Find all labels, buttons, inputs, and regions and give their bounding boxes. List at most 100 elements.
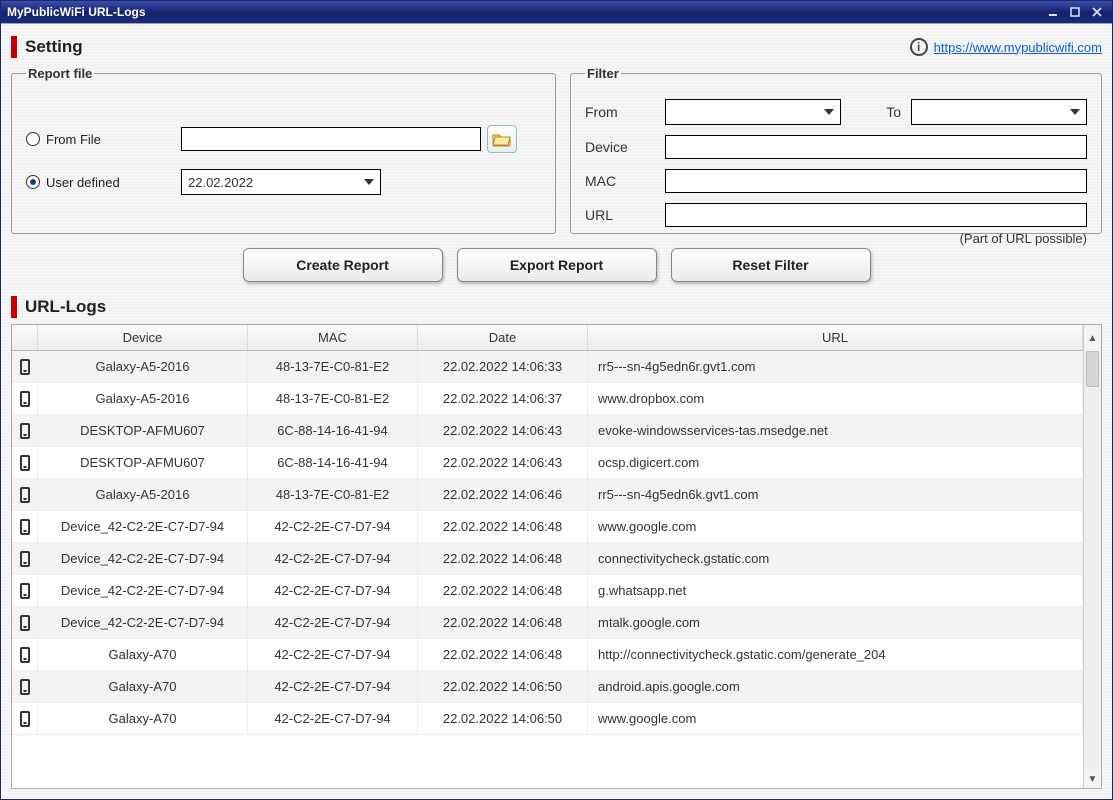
cell-mac: 6C-88-14-16-41-94 <box>248 447 418 479</box>
info-icon: i <box>910 38 928 56</box>
cell-date: 22.02.2022 14:06:43 <box>418 415 588 447</box>
phone-icon <box>20 551 30 567</box>
website-link[interactable]: https://www.mypublicwifi.com <box>934 40 1102 55</box>
browse-button[interactable] <box>487 125 517 153</box>
col-date-header[interactable]: Date <box>418 325 588 350</box>
cell-device: Galaxy-A70 <box>38 703 248 735</box>
cell-mac: 42-C2-2E-C7-D7-94 <box>248 543 418 575</box>
user-defined-label: User defined <box>46 175 120 190</box>
col-url-header[interactable]: URL <box>588 325 1083 350</box>
section-marker <box>11 36 17 58</box>
phone-icon <box>20 615 30 631</box>
create-report-button[interactable]: Create Report <box>243 248 443 282</box>
filter-mac-input[interactable] <box>665 169 1087 193</box>
from-file-input[interactable] <box>181 127 481 151</box>
titlebar[interactable]: MyPublicWiFi URL-Logs <box>1 1 1112 23</box>
setting-header: Setting i https://www.mypublicwifi.com <box>11 36 1102 58</box>
user-defined-date-combo[interactable]: 22.02.2022 <box>181 169 381 195</box>
scroll-down-button[interactable]: ▼ <box>1088 770 1098 788</box>
table-row[interactable]: Galaxy-A7042-C2-2E-C7-D7-9422.02.2022 14… <box>12 703 1083 735</box>
table-row[interactable]: Device_42-C2-2E-C7-D7-9442-C2-2E-C7-D7-9… <box>12 607 1083 639</box>
cell-mac: 48-13-7E-C0-81-E2 <box>248 383 418 415</box>
minimize-button[interactable] <box>1044 5 1062 19</box>
export-report-button[interactable]: Export Report <box>457 248 657 282</box>
close-button[interactable] <box>1088 5 1106 19</box>
cell-device: Galaxy-A70 <box>38 639 248 671</box>
cell-url: www.google.com <box>588 703 1083 735</box>
scrollbar-thumb[interactable] <box>1086 351 1099 387</box>
cell-mac: 42-C2-2E-C7-D7-94 <box>248 671 418 703</box>
user-defined-radio[interactable]: User defined <box>26 175 181 190</box>
filter-url-label: URL <box>585 207 655 223</box>
cell-date: 22.02.2022 14:06:50 <box>418 703 588 735</box>
col-mac-header[interactable]: MAC <box>248 325 418 350</box>
phone-icon <box>20 583 30 599</box>
table-row[interactable]: DESKTOP-AFMU6076C-88-14-16-41-9422.02.20… <box>12 447 1083 479</box>
phone-icon <box>20 487 30 503</box>
report-file-legend: Report file <box>26 66 94 81</box>
filter-mac-label: MAC <box>585 173 655 189</box>
scroll-up-button[interactable]: ▲ <box>1088 329 1098 347</box>
phone-icon <box>20 391 30 407</box>
cell-device: Device_42-C2-2E-C7-D7-94 <box>38 543 248 575</box>
col-device-header[interactable]: Device <box>38 325 248 350</box>
cell-device: DESKTOP-AFMU607 <box>38 415 248 447</box>
user-defined-date-value: 22.02.2022 <box>188 175 253 190</box>
cell-url: ocsp.digicert.com <box>588 447 1083 479</box>
cell-date: 22.02.2022 14:06:48 <box>418 607 588 639</box>
cell-url: rr5---sn-4g5edn6k.gvt1.com <box>588 479 1083 511</box>
cell-device: Galaxy-A70 <box>38 671 248 703</box>
open-folder-icon <box>492 131 512 147</box>
cell-device: Device_42-C2-2E-C7-D7-94 <box>38 607 248 639</box>
phone-icon <box>20 359 30 375</box>
table-row[interactable]: Device_42-C2-2E-C7-D7-9442-C2-2E-C7-D7-9… <box>12 511 1083 543</box>
maximize-button[interactable] <box>1066 5 1084 19</box>
table-row[interactable]: DESKTOP-AFMU6076C-88-14-16-41-9422.02.20… <box>12 415 1083 447</box>
phone-icon <box>20 647 30 663</box>
cell-device: DESKTOP-AFMU607 <box>38 447 248 479</box>
from-file-label: From File <box>46 132 101 147</box>
vertical-scrollbar[interactable]: ▼ <box>1083 351 1101 788</box>
filter-to-combo[interactable] <box>911 99 1087 125</box>
cell-url: www.google.com <box>588 511 1083 543</box>
col-icon-header[interactable] <box>12 325 38 350</box>
filter-from-label: From <box>585 104 655 120</box>
table-row[interactable]: Galaxy-A7042-C2-2E-C7-D7-9422.02.2022 14… <box>12 671 1083 703</box>
table-row[interactable]: Galaxy-A5-201648-13-7E-C0-81-E222.02.202… <box>12 351 1083 383</box>
phone-icon <box>20 455 30 471</box>
chevron-down-icon <box>364 179 374 185</box>
device-type-icon <box>12 447 38 479</box>
device-type-icon <box>12 671 38 703</box>
cell-url: rr5---sn-4g5edn6r.gvt1.com <box>588 351 1083 383</box>
table-row[interactable]: Galaxy-A5-201648-13-7E-C0-81-E222.02.202… <box>12 479 1083 511</box>
filter-device-input[interactable] <box>665 135 1087 159</box>
filter-url-hint: (Part of URL possible) <box>585 231 1087 246</box>
device-type-icon <box>12 415 38 447</box>
cell-device: Galaxy-A5-2016 <box>38 479 248 511</box>
device-type-icon <box>12 351 38 383</box>
filter-group: Filter From To Device MAC <box>570 66 1102 234</box>
cell-device: Device_42-C2-2E-C7-D7-94 <box>38 575 248 607</box>
phone-icon <box>20 423 30 439</box>
table-row[interactable]: Galaxy-A7042-C2-2E-C7-D7-9422.02.2022 14… <box>12 639 1083 671</box>
cell-date: 22.02.2022 14:06:37 <box>418 383 588 415</box>
table-row[interactable]: Device_42-C2-2E-C7-D7-9442-C2-2E-C7-D7-9… <box>12 575 1083 607</box>
cell-device: Galaxy-A5-2016 <box>38 351 248 383</box>
cell-mac: 42-C2-2E-C7-D7-94 <box>248 511 418 543</box>
table-row[interactable]: Galaxy-A5-201648-13-7E-C0-81-E222.02.202… <box>12 383 1083 415</box>
device-type-icon <box>12 479 38 511</box>
reset-filter-button[interactable]: Reset Filter <box>671 248 871 282</box>
cell-device: Device_42-C2-2E-C7-D7-94 <box>38 511 248 543</box>
table-header: Device MAC Date URL ▲ <box>12 325 1101 351</box>
cell-date: 22.02.2022 14:06:48 <box>418 639 588 671</box>
cell-url: g.whatsapp.net <box>588 575 1083 607</box>
table-row[interactable]: Device_42-C2-2E-C7-D7-9442-C2-2E-C7-D7-9… <box>12 543 1083 575</box>
phone-icon <box>20 519 30 535</box>
from-file-radio[interactable]: From File <box>26 132 181 147</box>
filter-url-input[interactable] <box>665 203 1087 227</box>
url-logs-table: Device MAC Date URL ▲ Galaxy-A5-201648-1… <box>11 324 1102 789</box>
cell-url: www.dropbox.com <box>588 383 1083 415</box>
cell-mac: 6C-88-14-16-41-94 <box>248 415 418 447</box>
device-type-icon <box>12 703 38 735</box>
filter-from-combo[interactable] <box>665 99 841 125</box>
